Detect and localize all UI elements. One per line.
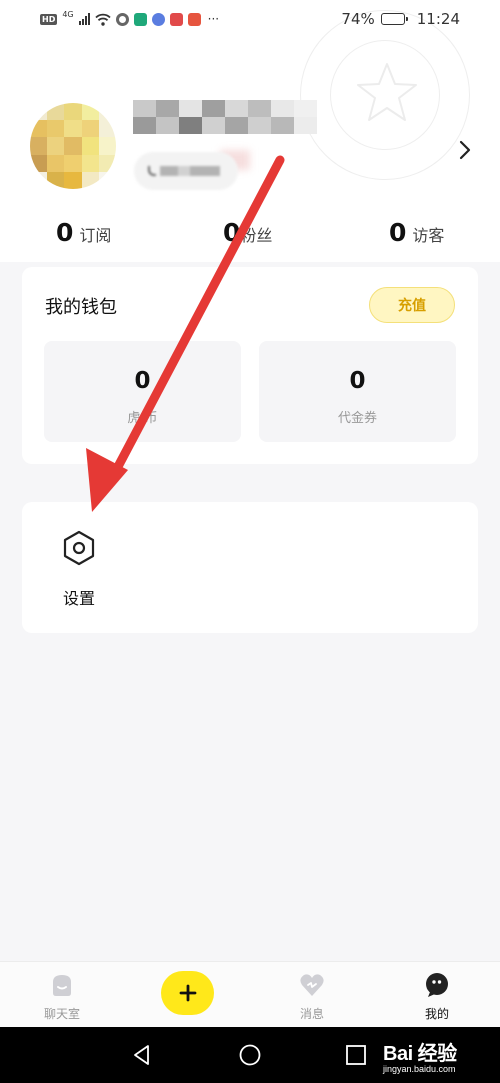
username-pixel [248, 100, 271, 117]
stat-followers[interactable]: 0 粉丝 [223, 218, 272, 247]
username-pixel [294, 117, 317, 134]
username-pixel [271, 100, 294, 117]
bottom-tab-bar: 聊天室 消息 我的 [0, 961, 500, 1027]
decorative-star-icon [357, 63, 417, 121]
avatar-pixel [81, 137, 99, 155]
username-pixel [156, 100, 179, 117]
avatar-pixel [64, 120, 82, 138]
app-notification-icon [151, 12, 165, 26]
signal-icon [78, 13, 90, 25]
username-pixel [271, 117, 294, 134]
username-pixel [156, 117, 179, 134]
app-notification-icon [133, 12, 147, 26]
tab-messages[interactable]: 消息 [267, 962, 357, 1028]
recharge-button[interactable]: 充值 [369, 287, 455, 323]
compose-button[interactable] [161, 971, 214, 1015]
recents-icon[interactable] [345, 1044, 367, 1066]
plus-icon [179, 984, 196, 1002]
edit-icon [148, 166, 156, 176]
avatar-pixel [64, 103, 82, 121]
battery-icon [380, 13, 408, 25]
tab-label: 我的 [424, 1007, 449, 1021]
network-type: 4G [62, 9, 74, 19]
avatar-pixel [81, 154, 99, 172]
avatar-pixel [64, 154, 82, 172]
username-pixel [225, 100, 248, 117]
wifi-icon [95, 13, 111, 26]
stat-visitors[interactable]: 0 访客 [389, 218, 444, 247]
avatar-pixel [47, 154, 65, 172]
chevron-right-icon[interactable] [455, 138, 475, 162]
tab-label: 消息 [299, 1007, 324, 1021]
chatroom-icon [53, 975, 71, 996]
edit-profile-blur-bars [160, 166, 220, 176]
stat-label: 访客 [412, 226, 445, 245]
settings-label[interactable]: 设置 [63, 585, 95, 609]
stat-label: 订阅 [79, 226, 112, 245]
avatar-pixel [64, 171, 82, 189]
status-bar: HD 4G ··· 74% 11:24 [0, 0, 500, 38]
wallet-value: 0 [349, 368, 366, 394]
username-pixel [133, 117, 156, 134]
wallet-item-vouchers[interactable]: 0 代金券 [259, 341, 456, 442]
avatar-pixel [47, 137, 65, 155]
avatar-pixel [64, 137, 82, 155]
edit-profile-button[interactable] [134, 152, 238, 190]
heart-message-icon [300, 974, 324, 996]
settings-hexagon-icon[interactable] [61, 530, 97, 566]
wallet-label: 代金券 [337, 411, 377, 426]
stat-label: 粉丝 [240, 226, 273, 245]
avatar-pixel [47, 120, 65, 138]
tab-mine[interactable]: 我的 [392, 962, 482, 1028]
tab-label: 聊天室 [43, 1007, 80, 1021]
wallet-item-coins[interactable]: 0 虎 币 [44, 341, 241, 442]
stat-subscriptions[interactable]: 0 订阅 [56, 218, 111, 247]
battery-percent: 74% [341, 10, 375, 28]
stat-value: 0 [389, 218, 407, 247]
home-icon[interactable] [239, 1044, 261, 1066]
app-notification-icon [169, 12, 183, 26]
username-pixel [225, 117, 248, 134]
baidu-jingyan-watermark: Bai 经验 jingyan.baidu.com [380, 1037, 495, 1079]
app-notification-icon [115, 12, 129, 26]
stat-value: 0 [223, 218, 241, 247]
avatar-pixel [30, 137, 48, 155]
wallet-title: 我的钱包 [45, 297, 117, 318]
back-icon[interactable] [131, 1044, 153, 1066]
username-pixel [202, 100, 225, 117]
tab-chatroom[interactable]: 聊天室 [17, 962, 107, 1028]
avatar-pixel [98, 137, 116, 155]
avatar[interactable] [30, 103, 116, 189]
more-notifications-icon: ··· [207, 12, 220, 26]
username-pixel [294, 100, 317, 117]
watermark-logo: Bai 经验 [383, 1043, 457, 1065]
wallet-label: 虎 币 [127, 411, 158, 426]
hd-badge: HD [40, 13, 58, 25]
tools-card [22, 502, 478, 633]
username-pixel [179, 100, 202, 117]
avatar-pixel [81, 120, 99, 138]
app-notification-icon [187, 12, 201, 26]
stat-value: 0 [56, 218, 74, 247]
username-pixel [248, 117, 271, 134]
wallet-value: 0 [134, 368, 151, 394]
clock: 11:24 [416, 10, 460, 28]
username-pixel [202, 117, 225, 134]
profile-bubble-icon [426, 973, 448, 997]
username-pixel [179, 117, 202, 134]
username-blurred [133, 100, 317, 134]
username-pixel [133, 100, 156, 117]
watermark-url: jingyan.baidu.com [383, 1064, 456, 1074]
